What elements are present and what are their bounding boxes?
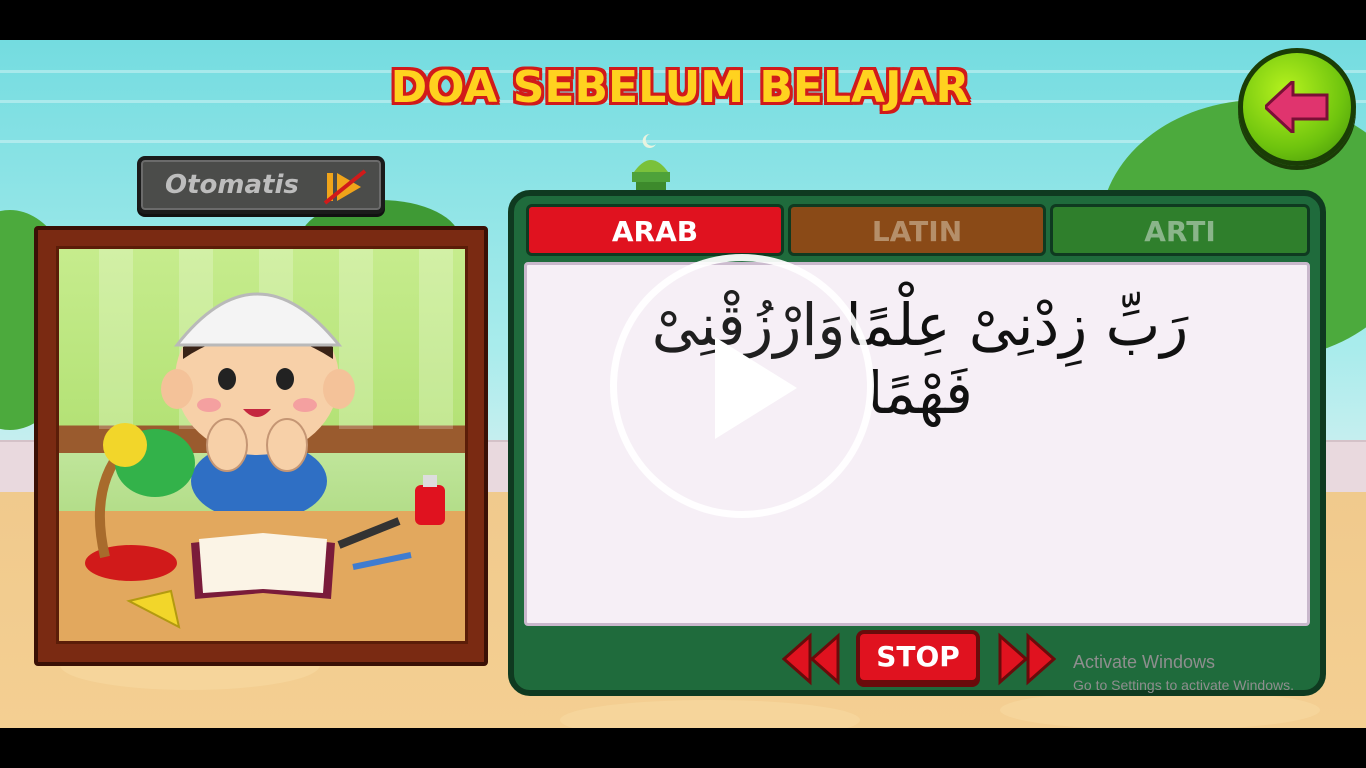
praying-boy-illustration: [59, 292, 465, 641]
video-play-button[interactable]: [610, 254, 874, 518]
game-scene: DOA SEBELUM BELAJAR Otomatis ARAB LATIN …: [0, 40, 1366, 728]
next-button[interactable]: [996, 632, 1057, 686]
play-icon: [715, 337, 797, 439]
rewind-icon: [781, 632, 840, 686]
otomatis-label: Otomatis: [165, 170, 299, 200]
previous-button[interactable]: [781, 632, 842, 686]
page-title: DOA SEBELUM BELAJAR: [390, 62, 970, 113]
illustration: [56, 246, 468, 644]
fast-forward-icon: [998, 632, 1057, 686]
letterbox-bottom: [0, 728, 1366, 768]
tab-arti[interactable]: ARTI: [1050, 204, 1310, 256]
illustration-frame: [34, 226, 488, 666]
stop-button[interactable]: STOP: [856, 630, 980, 684]
watermark-title: Activate Windows: [1073, 652, 1216, 672]
auto-play-disabled-icon: [323, 169, 367, 205]
tab-latin[interactable]: LATIN: [788, 204, 1046, 256]
ground-patch: [560, 700, 860, 728]
tab-arab[interactable]: ARAB: [526, 204, 784, 256]
back-button[interactable]: [1238, 48, 1356, 166]
mosque-dome-icon: [632, 133, 670, 192]
letterbox-top: [0, 0, 1366, 40]
watermark-subtitle: Go to Settings to activate Windows.: [1073, 677, 1294, 693]
arrow-left-icon: [1265, 81, 1329, 133]
otomatis-button[interactable]: Otomatis: [137, 156, 385, 214]
windows-activation-watermark: Activate Windows Go to Settings to activ…: [1073, 652, 1333, 693]
